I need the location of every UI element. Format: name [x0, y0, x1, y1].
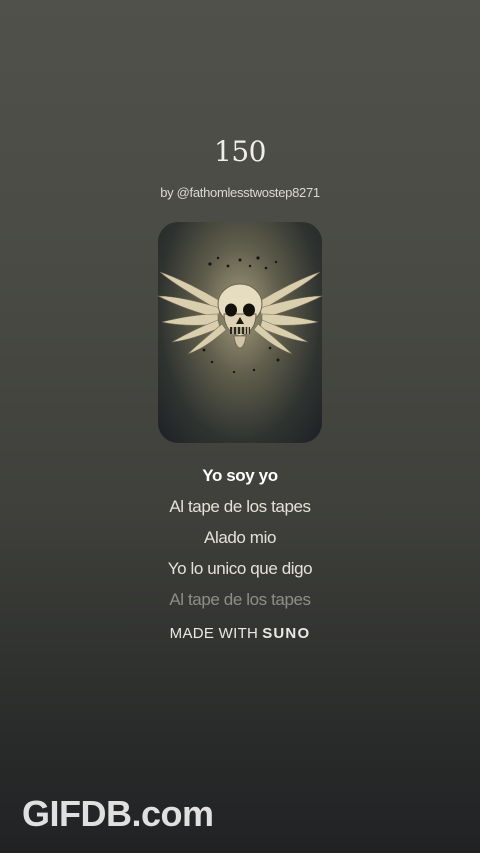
- winged-skull-icon: [158, 256, 322, 374]
- made-with-suno-link[interactable]: MADE WITH SUNO: [0, 625, 480, 642]
- cover-art: [158, 222, 322, 443]
- lyric-line: Al tape de los tapes: [169, 497, 311, 516]
- lyric-line: Yo lo unico que digo: [167, 559, 313, 578]
- lyric-line: Alado mio: [204, 528, 276, 547]
- gifdb-watermark: GIFDB.com: [22, 793, 214, 834]
- lyric-line-faded: Al tape de los tapes: [169, 590, 311, 609]
- made-with-label: MADE WITH: [169, 625, 259, 642]
- song-title: 150: [214, 135, 266, 168]
- artist-handle[interactable]: by @fathomlesstwostep8271: [0, 185, 480, 200]
- lyrics-panel: Yo soy yo Al tape de los tapes Alado mio…: [0, 460, 480, 615]
- lyric-line-current: Yo soy yo: [202, 466, 278, 485]
- suno-brand: SUNO: [262, 625, 311, 642]
